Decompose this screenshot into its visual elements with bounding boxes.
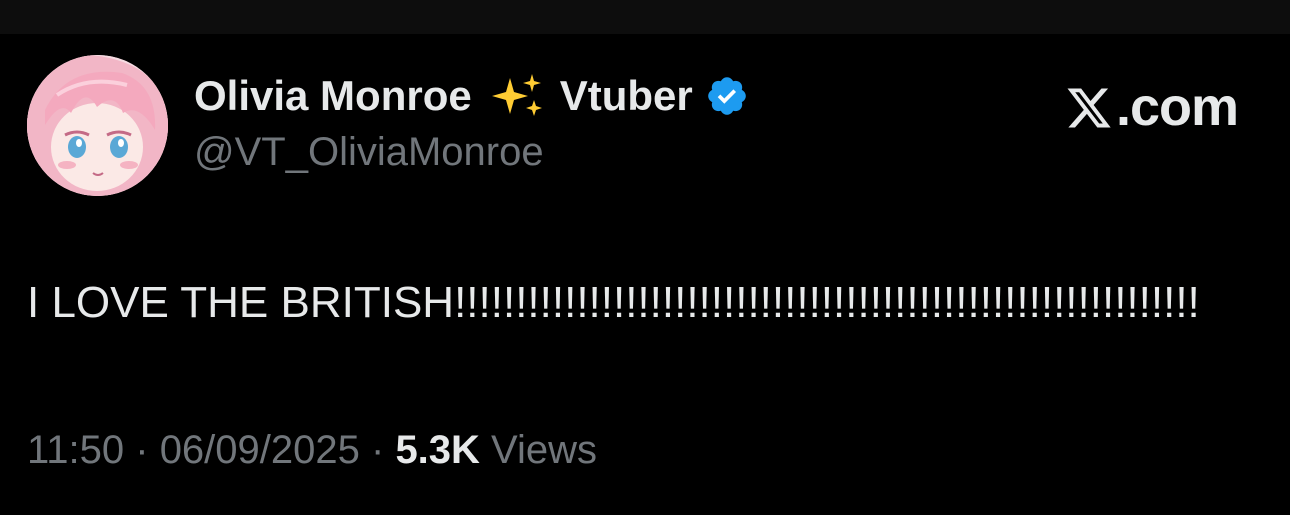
author-title-suffix[interactable]: Vtuber [560,72,693,120]
x-logo-icon [1064,83,1114,131]
meta-separator: · [124,428,160,472]
sparkles-icon [488,72,546,120]
verified-badge-icon[interactable] [705,74,749,118]
tweet-time[interactable]: 11:50 [27,428,124,472]
views-count[interactable]: 5.3K [395,428,480,472]
meta-separator: · [359,428,396,472]
brand-domain-label: .com [1115,77,1239,137]
tweet-text: I LOVE THE BRITISH!!!!!!!!!!!!!!!!!!!!!!… [27,278,1200,327]
tweet-header: Olivia Monroe Vtuber @VT_OliviaMonroe [194,70,749,175]
author-name-row[interactable]: Olivia Monroe Vtuber [194,70,749,122]
author-display-name[interactable]: Olivia Monroe [194,72,472,120]
author-handle[interactable]: @VT_OliviaMonroe [194,130,749,175]
brand-watermark: .com [1064,76,1239,138]
avatar-illustration [27,55,168,196]
avatar[interactable] [27,55,168,196]
status-bar-strip [0,0,1290,34]
tweet-meta: 11:50 · 06/09/2025 · 5.3K Views [27,428,597,473]
tweet-date[interactable]: 06/09/2025 [160,428,360,472]
views-label[interactable]: Views [480,428,597,472]
